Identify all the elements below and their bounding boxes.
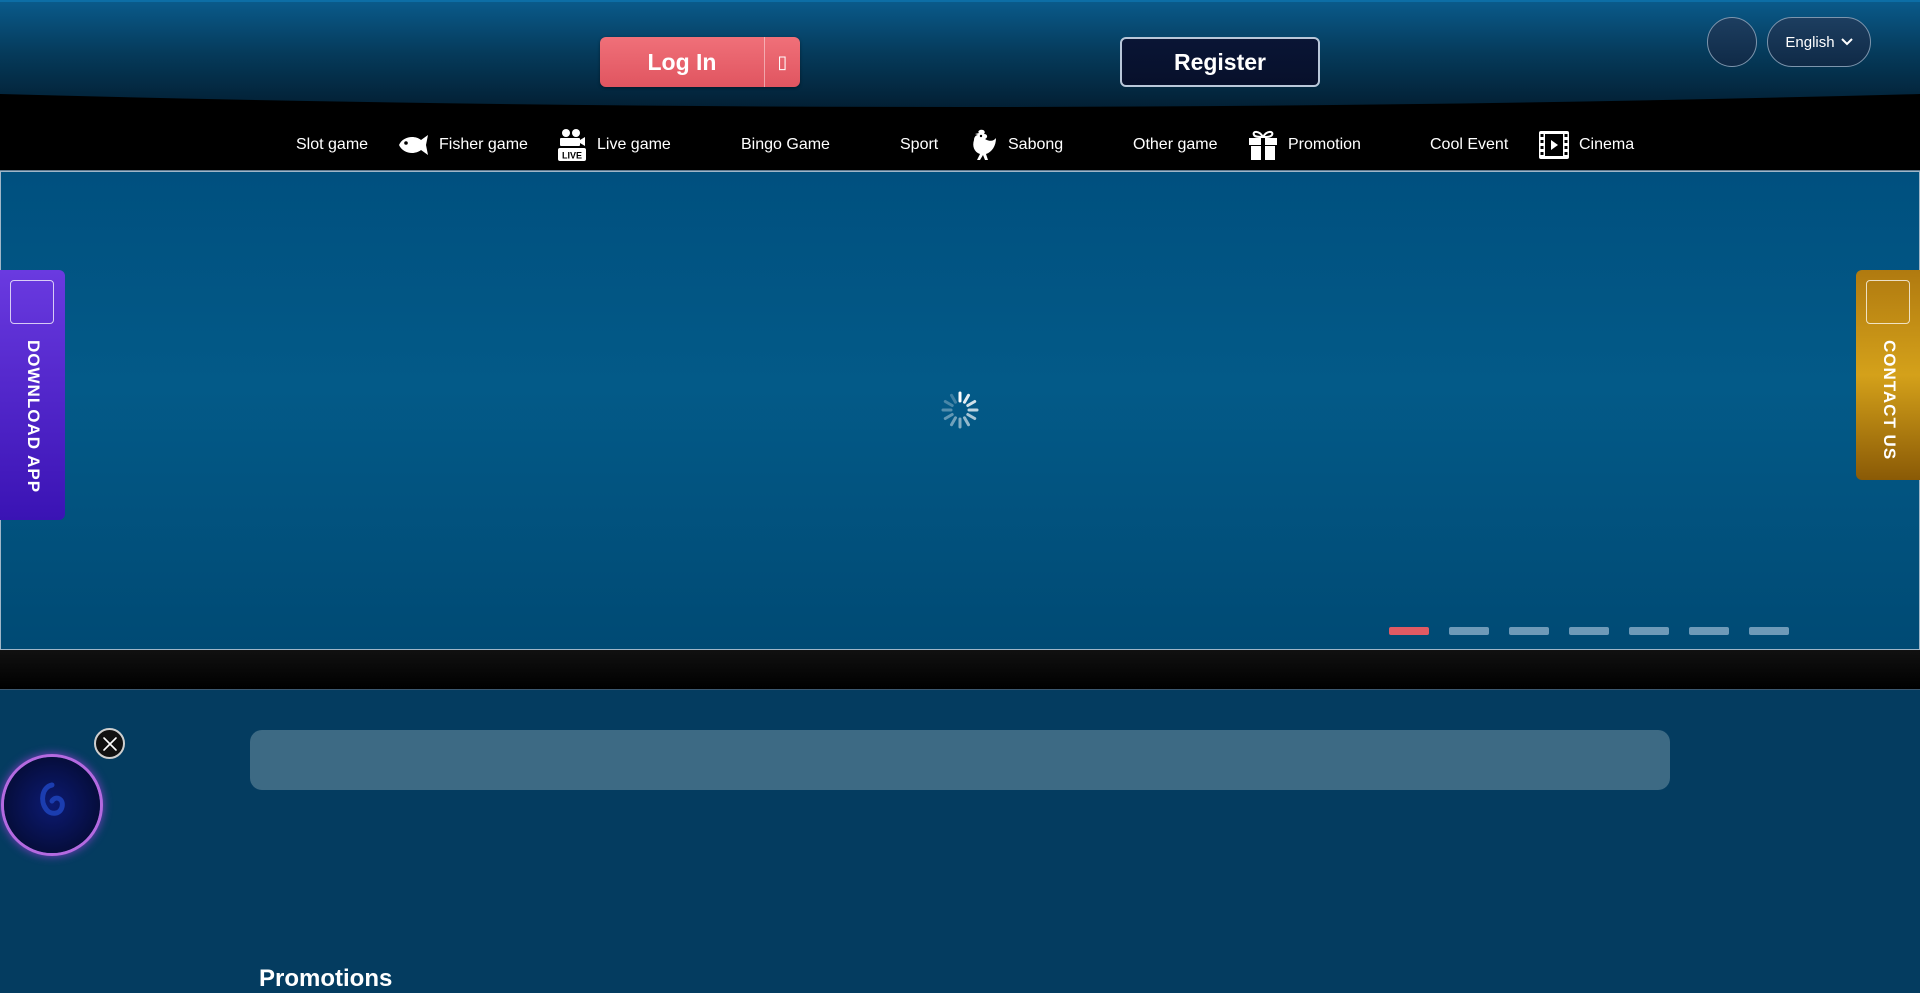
nav-item-label: Promotion: [1288, 135, 1361, 153]
download-app-label: DOWNLOAD APP: [24, 340, 43, 494]
promo-glyph-icon: [40, 782, 65, 816]
nav-item-live-game[interactable]: LIVE Live game: [557, 118, 671, 171]
nav-item-cinema[interactable]: Cinema: [1539, 118, 1634, 171]
carousel-pagination: [1389, 627, 1789, 635]
nav-item-label: Slot game: [296, 135, 369, 153]
avatar[interactable]: [1707, 17, 1757, 67]
main-nav: Slot game Fisher game LIVE Live game Bin…: [0, 118, 1920, 171]
nav-item-label: Live game: [597, 135, 671, 153]
nav-item-label: Sport: [900, 135, 939, 153]
fish-icon: [397, 134, 429, 156]
rooster-icon: [968, 128, 998, 162]
carousel-dot-5[interactable]: [1629, 627, 1669, 635]
register-button[interactable]: Register: [1120, 37, 1320, 87]
language-selector[interactable]: English: [1767, 17, 1871, 67]
nav-item-label: Cinema: [1579, 135, 1635, 153]
live-camera-icon: LIVE: [557, 128, 587, 162]
nav-item-other-game[interactable]: Other game: [1133, 118, 1217, 171]
contact-us-icon: [1866, 280, 1910, 324]
nav-item-label: Cool Event: [1430, 135, 1509, 153]
download-app-icon: [10, 280, 54, 324]
nav-item-cool-event[interactable]: Cool Event: [1430, 118, 1508, 171]
close-icon: [102, 736, 117, 751]
gift-icon: [1248, 129, 1278, 161]
loading-spinner-icon: [941, 391, 979, 429]
promotions-title: Promotions: [259, 965, 393, 992]
close-promo-button[interactable]: [94, 728, 125, 759]
nav-item-fisher-game[interactable]: Fisher game: [397, 118, 528, 171]
nav-item-label: Sabong: [1008, 135, 1064, 153]
nav-item-label: Fisher game: [439, 135, 528, 153]
carousel-dot-2[interactable]: [1449, 627, 1489, 635]
nav-item-label: Other game: [1133, 135, 1218, 153]
top-header: Log In ▯ Register English: [0, 0, 1920, 120]
language-label: English: [1785, 33, 1835, 51]
nav-item-sabong[interactable]: Sabong: [968, 118, 1063, 171]
header-wave-decoration: [0, 94, 1920, 120]
carousel-dot-1[interactable]: [1389, 627, 1429, 635]
download-app-tab[interactable]: DOWNLOAD APP: [0, 270, 65, 520]
carousel-dot-7[interactable]: [1749, 627, 1789, 635]
carousel-dot-3[interactable]: [1509, 627, 1549, 635]
announcement-marquee: [250, 730, 1670, 790]
nav-item-label: Bingo Game: [741, 135, 830, 153]
nav-item-bingo-game[interactable]: Bingo Game: [741, 118, 830, 171]
live-badge-text: LIVE: [562, 150, 582, 160]
nav-item-sport[interactable]: Sport: [900, 118, 938, 171]
nav-item-slot-game[interactable]: Slot game: [296, 118, 368, 171]
carousel-dot-4[interactable]: [1569, 627, 1609, 635]
floating-promo-button[interactable]: [4, 757, 100, 853]
contact-us-tab[interactable]: CONTACT US: [1856, 270, 1920, 480]
banner-bottom-strip: [0, 650, 1920, 690]
film-icon: [1539, 130, 1569, 159]
contact-us-label: CONTACT US: [1880, 340, 1899, 461]
nav-item-promotion[interactable]: Promotion: [1248, 118, 1361, 171]
login-button[interactable]: Log In: [600, 37, 764, 87]
carousel-dot-6[interactable]: [1689, 627, 1729, 635]
chevron-down-icon: [1840, 38, 1853, 46]
login-extra-icon[interactable]: ▯: [765, 37, 800, 87]
login-button-group[interactable]: Log In ▯: [600, 37, 800, 87]
